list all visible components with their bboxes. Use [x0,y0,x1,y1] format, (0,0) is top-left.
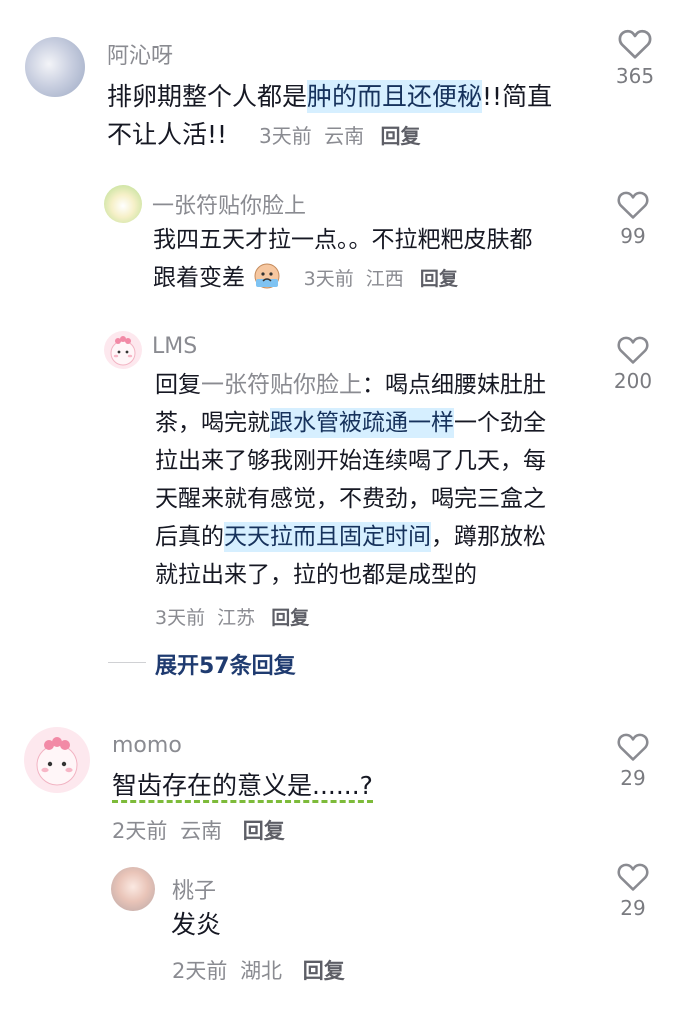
avatar[interactable] [24,727,90,793]
avatar-graphic [110,336,136,366]
heart-outline-icon [617,863,649,891]
avatar[interactable] [104,331,142,369]
comment-text-part: 拉出来了够我刚开始连续喝了几天，每 [155,448,546,474]
comment-time: 3天前 [155,607,206,629]
comment-location: 云南 [180,819,223,843]
comment-text-part: 就拉出来了，拉的也都是成型的 [155,562,477,588]
reply-button[interactable]: 回复 [380,124,420,148]
comment-username[interactable]: 阿沁呀 [107,38,173,70]
reply-button[interactable]: 回复 [420,268,458,290]
divider [108,662,146,663]
comment-meta: 2天前 湖北 回复 [172,955,345,985]
reply-button[interactable]: 回复 [271,607,309,629]
comment-text-part: ，蹲那放松 [431,524,546,550]
avatar[interactable] [104,185,142,223]
avatar[interactable] [25,37,85,97]
comment-meta: 3天前 江苏 回复 [155,603,309,630]
comment-text-part: 后真的 [155,524,224,550]
like-button[interactable]: 99 [598,188,668,248]
reply-target-username[interactable]: 一张符贴你脸上 [201,372,362,398]
comment-meta: 2天前 云南 回复 [112,815,285,845]
comment-time: 3天前 [259,124,312,148]
heart-outline-icon [617,191,649,219]
comment-text: 智齿存在的意义是......? [112,767,373,805]
comment-text-part: 我四五天才拉一点。。不拉粑粑皮肤都 [153,227,533,253]
comment-text-part: 茶，喝完就 [155,410,270,436]
comment-time: 3天前 [303,268,354,290]
comment-text-part: 跟着变差 [153,265,245,291]
highlight-text[interactable]: 跟水管被疏通一样 [270,408,454,438]
reply-button[interactable]: 回复 [243,819,285,843]
comment-username[interactable]: 桃子 [172,873,216,905]
like-button[interactable]: 200 [598,333,668,393]
comment-text-part: 不让人活!! [107,120,228,149]
comment-username[interactable]: 一张符贴你脸上 [152,188,306,220]
comment-text: 发炎 [171,906,221,944]
like-button[interactable]: 365 [600,26,670,88]
like-count: 365 [615,64,655,88]
highlight-text[interactable]: 肿的而且还便秘 [307,80,483,113]
comment-text: 回复一张符贴你脸上：喝点细腰妹肚肚 茶，喝完就跟水管被疏通一样一个劲全 拉出来了… [155,366,546,594]
like-button[interactable]: 29 [598,730,668,790]
comment-text: 我四五天才拉一点。。不拉粑粑皮肤都 跟着变差 3天前 江西 回复 [153,221,533,298]
avatar[interactable] [111,867,155,911]
like-count: 200 [613,369,653,393]
expand-replies-button[interactable]: 展开57条回复 [155,648,296,680]
like-count: 29 [620,766,646,790]
highlight-text[interactable]: 天天拉而且固定时间 [224,522,431,552]
heart-outline-icon [618,29,652,59]
comment-text-part: 排卵期整个人都是 [107,82,308,111]
comment-location: 江苏 [217,607,256,629]
like-count: 29 [620,896,646,920]
heart-outline-icon [617,336,649,364]
comment-username[interactable]: LMS [152,334,197,359]
comment-text-part: 发炎 [171,910,222,939]
heart-outline-icon [617,733,649,761]
like-count: 99 [620,224,646,248]
comment-location: 湖北 [240,959,283,983]
comment-text-part: !!简直 [482,82,553,111]
reply-button[interactable]: 回复 [303,959,345,983]
comment-username[interactable]: momo [112,733,182,758]
reply-label: 回复 [155,372,201,398]
crying-emoji-icon [252,261,282,291]
comment-location: 江西 [365,268,404,290]
comment-text-part: 天醒来就有感觉，不费劲，喝完三盒之 [155,486,546,512]
comment-text-part: ：喝点细腰妹肚肚 [362,372,546,398]
comment-time: 2天前 [112,819,168,843]
comment-text: 排卵期整个人都是肿的而且还便秘!!简直 不让人活!! 3天前 云南 回复 [107,78,552,155]
like-button[interactable]: 29 [598,860,668,920]
comment-time: 2天前 [172,959,228,983]
comment-text-part[interactable]: 智齿存在的意义是......? [112,771,373,803]
avatar-graphic [36,737,78,786]
comment-text-part: 一个劲全 [454,410,546,436]
comment-location: 云南 [324,124,365,148]
